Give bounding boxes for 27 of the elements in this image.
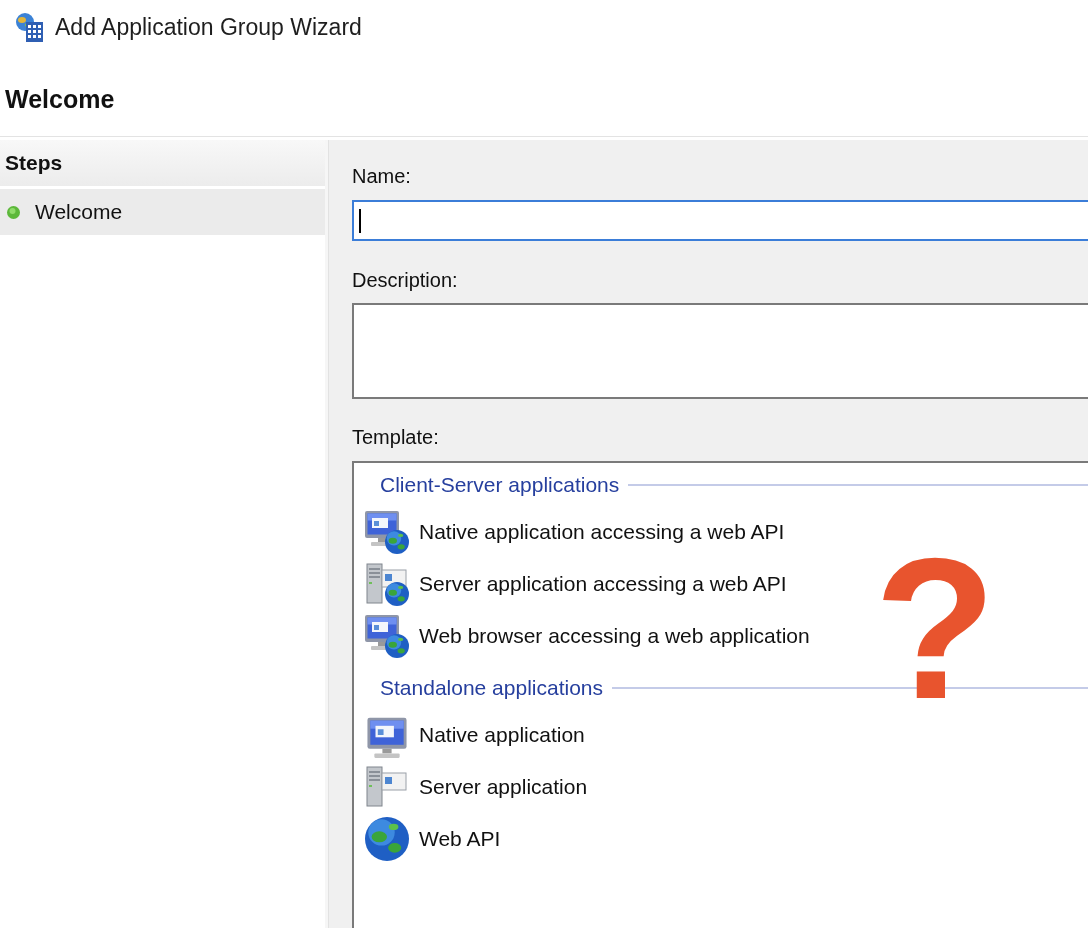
text-cursor-icon <box>359 208 361 233</box>
description-field[interactable] <box>352 303 1088 399</box>
template-option[interactable]: Server application accessing a web API <box>354 558 793 610</box>
name-field[interactable] <box>352 200 1088 241</box>
question-mark-annotation: ? <box>874 529 997 729</box>
window-title: Add Application Group Wizard <box>55 13 362 43</box>
template-option[interactable]: Native application <box>354 709 591 761</box>
status-dot-icon <box>7 205 20 219</box>
group-title: Client-Server applications <box>380 472 620 499</box>
group-title: Standalone applications <box>380 675 603 702</box>
monitor-globe-icon <box>364 613 410 659</box>
page-heading: Welcome <box>5 83 115 115</box>
monitor-globe-icon <box>364 509 410 555</box>
step-label: Welcome <box>35 199 123 226</box>
field-label: Template: <box>352 425 440 449</box>
template-list[interactable] <box>352 461 1088 928</box>
steps-header: Steps <box>0 140 325 186</box>
server-globe-icon <box>364 561 410 607</box>
server-icon <box>364 764 410 810</box>
field-label: Name: <box>352 164 412 188</box>
template-option[interactable]: Web browser accessing a web application <box>354 610 816 662</box>
template-option[interactable]: Server application <box>354 761 594 813</box>
globe-icon <box>364 816 410 862</box>
field-label: Description: <box>352 268 459 292</box>
app-group-icon <box>14 11 46 44</box>
template-option[interactable]: Web API <box>354 813 507 865</box>
template-option[interactable]: Native application accessing a web API <box>354 506 791 558</box>
